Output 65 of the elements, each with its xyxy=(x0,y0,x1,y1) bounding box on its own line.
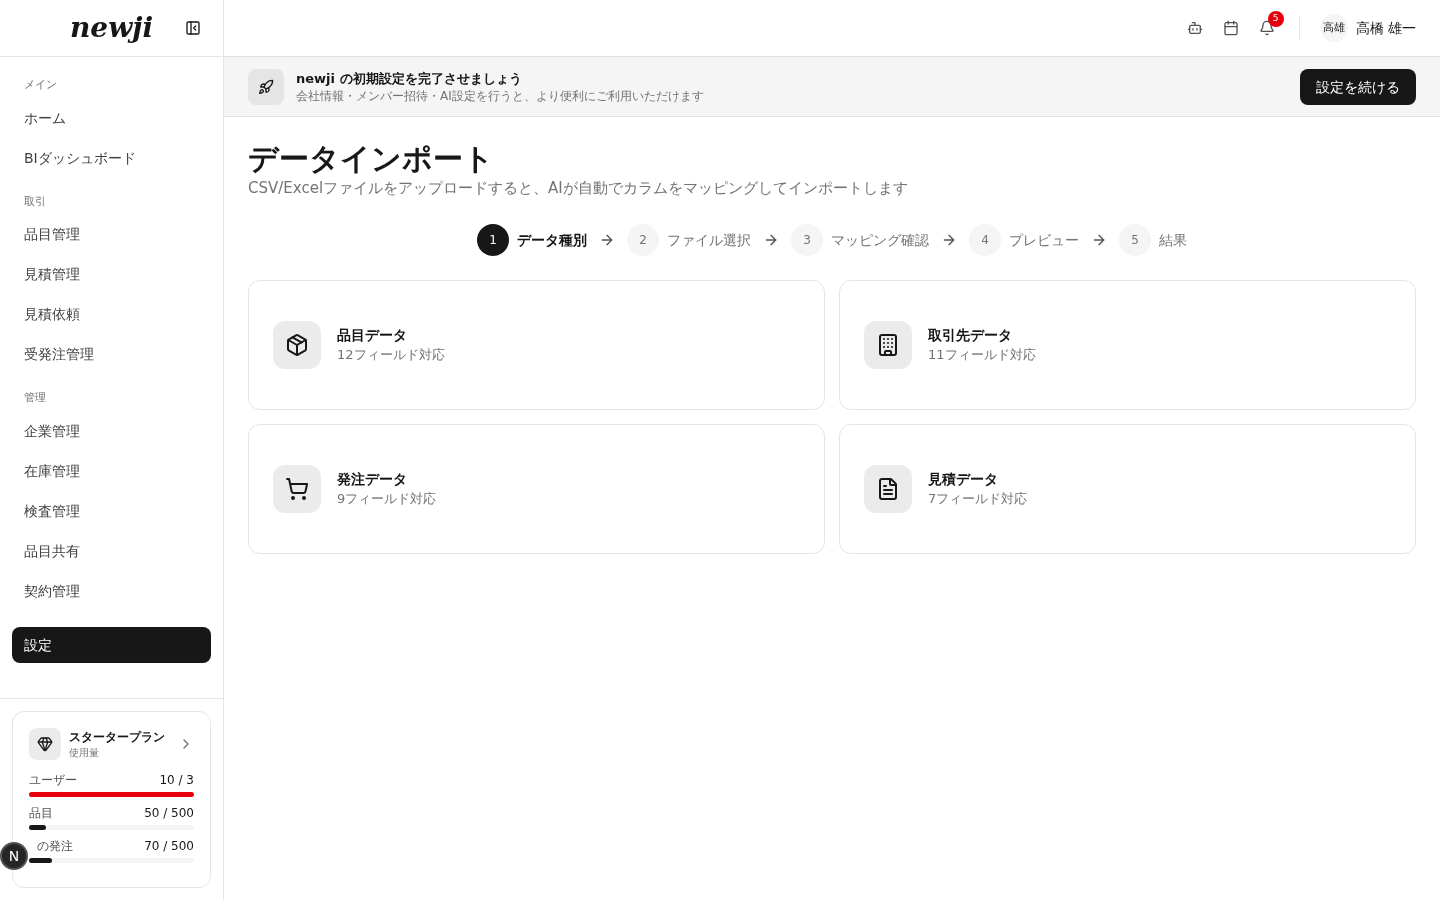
rocket-icon xyxy=(248,68,284,105)
sidebar-item[interactable]: 見積管理 xyxy=(12,256,211,292)
section-label: 管理 xyxy=(23,390,47,406)
sidebar-item[interactable]: 受発注管理 xyxy=(12,336,211,372)
data-type-card[interactable]: 品目データ 12フィールド対応 xyxy=(248,279,825,410)
plan-icon xyxy=(29,728,61,760)
sidebar-item[interactable]: 企業管理 xyxy=(12,412,211,449)
step-number: 4 xyxy=(969,223,1001,256)
data-type-card[interactable]: 見積データ 7フィールド対応 xyxy=(839,423,1416,554)
banner-title: newji の初期設定を完了させましょう xyxy=(296,69,523,88)
usage-reading: 70 / 500 xyxy=(144,838,194,854)
card-text: 7フィールド対応 xyxy=(928,489,1028,508)
bot-icon[interactable] xyxy=(1186,20,1203,36)
sidebar-item[interactable]: 契約管理 xyxy=(12,572,211,609)
card-title: 取引先データ xyxy=(928,325,1013,345)
usage-label: の発注 xyxy=(37,838,73,854)
step-label: データ種別 xyxy=(517,230,587,250)
package-icon xyxy=(285,332,309,357)
building-icon xyxy=(876,332,900,357)
card-text: 12フィールド対応 xyxy=(337,345,445,364)
usage-reading: 50 / 500 xyxy=(144,805,194,821)
card-title: 品目データ xyxy=(337,325,408,345)
sidebar-item[interactable]: 検査管理 xyxy=(12,492,211,529)
sidebar-item[interactable]: ホーム xyxy=(12,99,211,136)
continue-button[interactable]: 設定を続ける xyxy=(1300,68,1416,105)
banner-text: 会社情報・メンバー招待・AI設定を行うと、より便利にご利用いただけます xyxy=(296,88,705,105)
sidebar-item[interactable]: BIダッシュボード xyxy=(12,139,211,176)
step-number: 5 xyxy=(1119,223,1151,256)
page-title: データインポート xyxy=(248,141,495,177)
sidebar-item[interactable]: 在庫管理 xyxy=(12,452,211,489)
notification-icon[interactable] xyxy=(1258,20,1275,36)
step-label: マッピング確認 xyxy=(831,230,929,250)
section-label: 取引 xyxy=(23,193,47,210)
data-type-card[interactable]: 取引先データ 11フィールド対応 xyxy=(839,279,1416,410)
step-number: 1 xyxy=(477,223,509,256)
step-number: 3 xyxy=(791,223,823,256)
usage-label: 品目 xyxy=(29,805,53,821)
card-text: 11フィールド対応 xyxy=(928,345,1036,364)
cart-icon xyxy=(285,476,309,501)
avatar[interactable]: 高雄 xyxy=(1319,14,1348,42)
document-icon xyxy=(876,476,900,501)
sidebar-item[interactable]: 設定 xyxy=(12,626,211,663)
data-type-card[interactable]: 発注データ 9フィールド対応 xyxy=(248,423,825,554)
plan-title: スタータープラン xyxy=(69,728,166,745)
card-title: 発注データ xyxy=(337,469,408,489)
step-label: プレビュー xyxy=(1009,230,1079,250)
notification-badge: 5 xyxy=(1267,11,1284,27)
card-title: 見積データ xyxy=(928,469,999,489)
card-text: 9フィールド対応 xyxy=(337,489,437,508)
page-subtitle: CSV/Excelファイルをアップロードすると、AIが自動でカラムをマッピングしてインポートします xyxy=(248,178,909,199)
user-name[interactable]: 高橋 雄一 xyxy=(1355,18,1416,38)
logo: newji xyxy=(69,10,153,46)
section-label: メイン xyxy=(23,77,58,93)
sidebar-toggle-icon[interactable] xyxy=(185,20,201,36)
sidebar-item[interactable]: 品目共有 xyxy=(12,532,211,569)
step-label: ファイル選択 xyxy=(667,230,751,250)
usage-reading: 10 / 3 xyxy=(159,772,194,788)
sidebar-item[interactable]: 見積依頼 xyxy=(12,296,211,332)
step-number: 2 xyxy=(627,223,659,256)
calendar-icon[interactable] xyxy=(1222,20,1239,36)
sidebar-item[interactable]: 品目管理 xyxy=(12,216,211,252)
usage-label: ユーザー xyxy=(29,772,77,788)
floating-button[interactable]: N xyxy=(0,842,28,870)
plan-subtitle: 使用量 xyxy=(69,745,100,760)
step-label: 結果 xyxy=(1159,230,1187,250)
